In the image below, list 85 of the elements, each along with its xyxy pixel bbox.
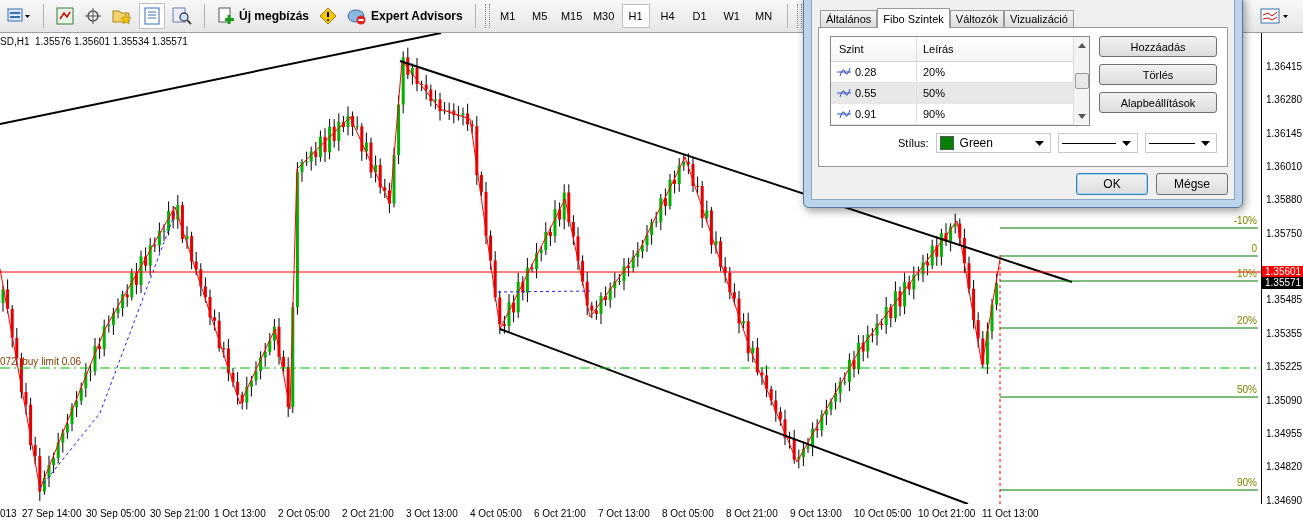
timeframe-button[interactable]: M5 (525, 4, 554, 28)
column-header[interactable]: Leírás (917, 43, 954, 55)
fibo-level-label: 0 (1251, 243, 1257, 254)
fibo-level-label: -10% (1233, 215, 1257, 226)
time-tick-label: 11 Oct 13:00 (982, 508, 1039, 519)
price-tick-label: 1.35090 (1266, 394, 1303, 406)
timeframe-button[interactable]: D1 (685, 4, 714, 28)
price-marker: 1.35601 (1262, 266, 1303, 278)
caret-icon (1034, 140, 1044, 146)
level-value: 0.28 (855, 66, 877, 78)
level-value: 0.91 (855, 108, 877, 120)
level-style-icon (837, 88, 851, 98)
price-tick-label: 1.34820 (1266, 461, 1303, 473)
scroll-up-icon[interactable] (1077, 42, 1086, 48)
timeframe-button[interactable]: M15 (557, 4, 586, 28)
level-style-icon (837, 67, 851, 77)
dialog-button[interactable]: OK (1076, 173, 1148, 195)
column-header[interactable]: Szint (831, 37, 917, 61)
style-label: Stílus: (898, 137, 929, 149)
dialog-button[interactable]: Alapbeállítások (1099, 92, 1217, 113)
price-tick-label: 1.35750 (1266, 227, 1303, 239)
price-tick-label: 1.35355 (1266, 327, 1303, 339)
time-tick-label: 9 Oct 13:00 (790, 508, 842, 519)
scroll-down-icon[interactable] (1077, 114, 1086, 120)
fibo-level-label: 90% (1237, 477, 1257, 488)
time-tick-label: 8 Oct 05:00 (662, 508, 714, 519)
line-width-select[interactable] (1144, 133, 1217, 153)
dialog-button[interactable]: Törlés (1099, 64, 1217, 85)
dialog-tab[interactable]: Vizualizáció (1004, 10, 1074, 27)
time-tick-label: 4 Oct 05:00 (470, 508, 522, 519)
price-tick-label: 1.34955 (1266, 427, 1303, 439)
price-tick-label: 1.35225 (1266, 361, 1303, 373)
time-tick-label: 27 Sep 14:00 (22, 508, 82, 519)
dialog-tab[interactable]: Változók (949, 10, 1004, 27)
line-style-select[interactable] (1057, 133, 1138, 153)
time-tick-label: 30 Sep 21:00 (150, 508, 210, 519)
level-row[interactable]: 0.55 50% (831, 83, 1073, 104)
dialog-button[interactable]: Mégse (1156, 173, 1228, 195)
level-row[interactable]: 0.91 90% (831, 104, 1073, 125)
fibo-level-label: 10% (1237, 268, 1257, 279)
timeframe-button[interactable]: M30 (589, 4, 618, 28)
price-tick-label: 1.36280 (1266, 94, 1303, 106)
price-tick-label: 1.36145 (1266, 127, 1303, 139)
dialog-tab[interactable]: Fibo Szintek (877, 8, 950, 28)
price-tick-label: 1.34690 (1266, 494, 1303, 506)
price-tick-label: 1.35485 (1266, 294, 1303, 306)
caret-icon (1201, 140, 1210, 146)
time-tick-label: 013 (0, 508, 17, 519)
time-tick-label: 3 Oct 13:00 (406, 508, 458, 519)
time-tick-label: 6 Oct 21:00 (534, 508, 586, 519)
time-tick-label: 30 Sep 05:00 (86, 508, 146, 519)
chart-header: SD,H1 1.35576 1.35601 1.35534 1.35571 (0, 36, 188, 47)
color-select[interactable]: Green (935, 133, 1051, 153)
time-tick-label: 2 Oct 05:00 (278, 508, 330, 519)
time-tick-label: 10 Oct 21:00 (918, 508, 976, 519)
time-tick-label: 8 Oct 21:00 (726, 508, 778, 519)
fibo-level-label: 50% (1237, 384, 1257, 395)
time-tick-label: 7 Oct 13:00 (598, 508, 650, 519)
order-label: 072 buy limit 0.06 (0, 356, 82, 367)
level-style-icon (837, 109, 851, 119)
price-tick-label: 1.36010 (1266, 161, 1303, 173)
price-tick-label: 1.36415 (1266, 61, 1303, 72)
timeframe-button[interactable]: H4 (653, 4, 682, 28)
time-tick-label: 1 Oct 13:00 (214, 508, 266, 519)
table-scrollbar[interactable] (1073, 37, 1089, 125)
fibo-level-label: 20% (1237, 315, 1257, 326)
price-tick-label: 1.35880 (1266, 194, 1303, 206)
new-order-button[interactable]: Új megbízás (214, 5, 313, 27)
timeframe-button[interactable]: MN (749, 4, 778, 28)
document-plus-icon (217, 7, 235, 25)
time-tick-label: 2 Oct 21:00 (342, 508, 394, 519)
price-marker: 1.35571 (1262, 277, 1303, 289)
time-tick-label: 10 Oct 05:00 (854, 508, 912, 519)
timeframe-button[interactable]: W1 (717, 4, 746, 28)
level-description: 90% (923, 108, 946, 120)
dialog-tab[interactable]: Általános (820, 10, 878, 27)
dialog-button[interactable]: Hozzáadás (1099, 36, 1217, 57)
level-description: 20% (923, 66, 946, 78)
level-description: 50% (923, 87, 946, 99)
timeframe-button[interactable]: H1 (621, 4, 650, 28)
timeframe-button[interactable]: M1 (493, 4, 522, 28)
caret-icon (1121, 140, 1131, 146)
scrollbar-thumb[interactable] (1074, 73, 1089, 89)
level-value: 0.55 (855, 87, 877, 99)
expert-advisors-button[interactable]: Expert Advisors (344, 5, 466, 27)
